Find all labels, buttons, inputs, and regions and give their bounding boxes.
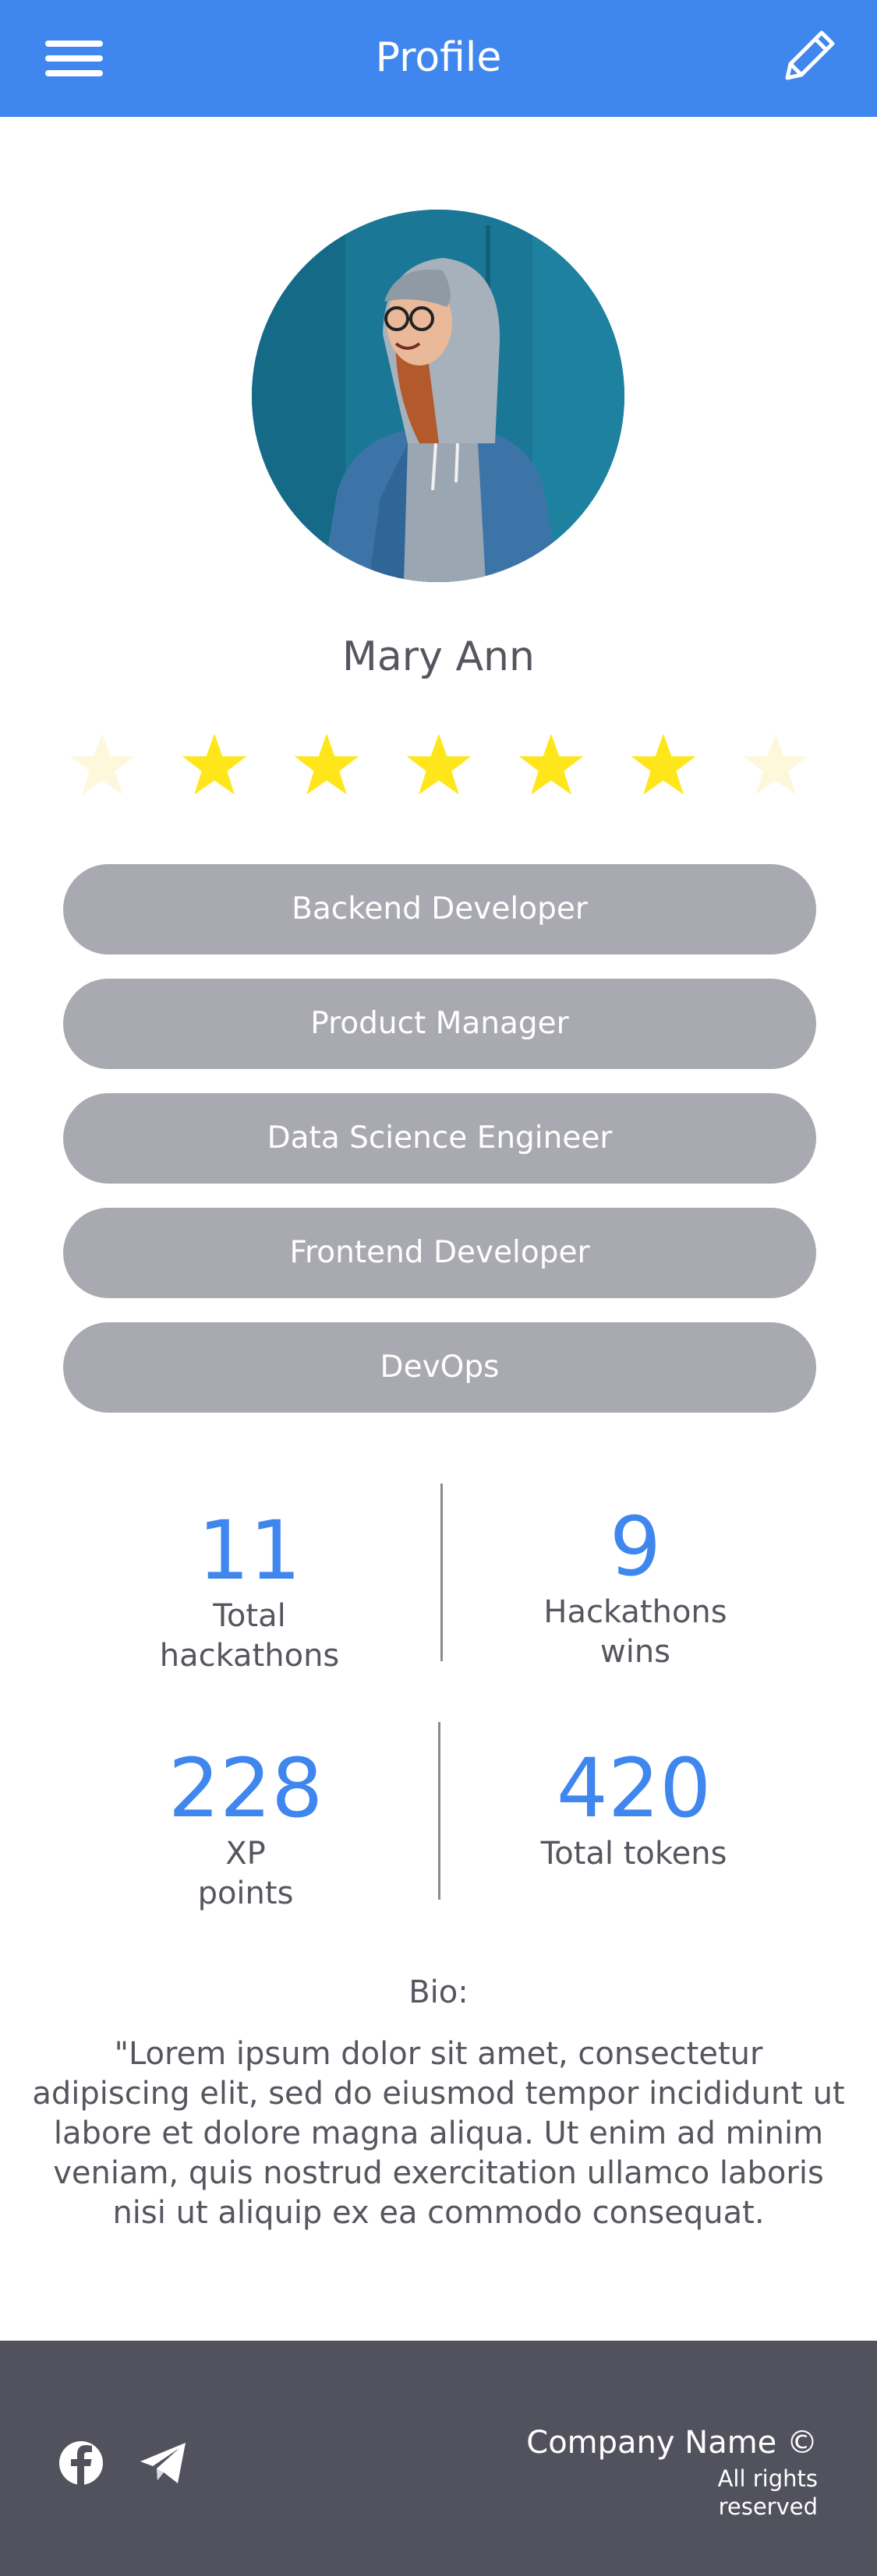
company-name: Company Name © [526,2425,818,2461]
stat-label: Hackathons wins [543,1594,727,1670]
stat-value: 9 [609,1499,662,1594]
skill-list: Backend Developer Product Manager Data S… [63,864,816,1437]
stat-label: Total tokens [540,1836,727,1872]
facebook-icon[interactable] [53,2435,109,2491]
star-empty-icon[interactable] [742,731,809,798]
star-filled-icon[interactable] [181,731,248,798]
stat-label: Total hackathons [159,1598,340,1674]
skill-tag[interactable]: Frontend Developer [63,1208,816,1298]
bio-title: Bio: [408,1974,469,2010]
stat-total-hackathons: 11 Total hackathons [133,1505,366,1676]
pencil-icon[interactable] [781,26,839,84]
star-filled-icon[interactable] [518,731,585,798]
skill-tag[interactable]: Backend Developer [63,864,816,955]
app-header: Profile [0,0,877,117]
star-filled-icon[interactable] [293,731,360,798]
stats-divider [440,1484,443,1661]
bio-text: "Lorem ipsum dolor sit amet, consectetur… [32,2036,845,2231]
telegram-icon[interactable] [136,2435,192,2491]
skill-tag[interactable]: DevOps [63,1322,816,1413]
page-title: Profile [375,34,502,81]
stat-xp-points: 228 XP points [129,1742,362,1914]
star-empty-icon[interactable] [69,731,136,798]
skill-tag[interactable]: Data Science Engineer [63,1093,816,1184]
stat-value: 228 [168,1741,324,1836]
user-name: Mary Ann [342,633,535,680]
stat-total-tokens: 420 Total tokens [517,1742,751,1874]
copyright-text: All rights reserved [717,2465,818,2520]
stats-divider [438,1722,440,1900]
star-filled-icon[interactable] [630,731,697,798]
stat-hackathon-wins: 9 Hackathons wins [518,1501,752,1672]
stat-value: 11 [197,1503,302,1598]
star-filled-icon[interactable] [405,731,472,798]
stat-label: XP points [197,1836,294,1911]
company-info: Company Name © All rights reserved [526,2421,818,2521]
stat-value: 420 [556,1741,712,1836]
avatar [252,210,624,582]
star-rating [69,731,819,798]
skill-tag[interactable]: Product Manager [63,979,816,1069]
